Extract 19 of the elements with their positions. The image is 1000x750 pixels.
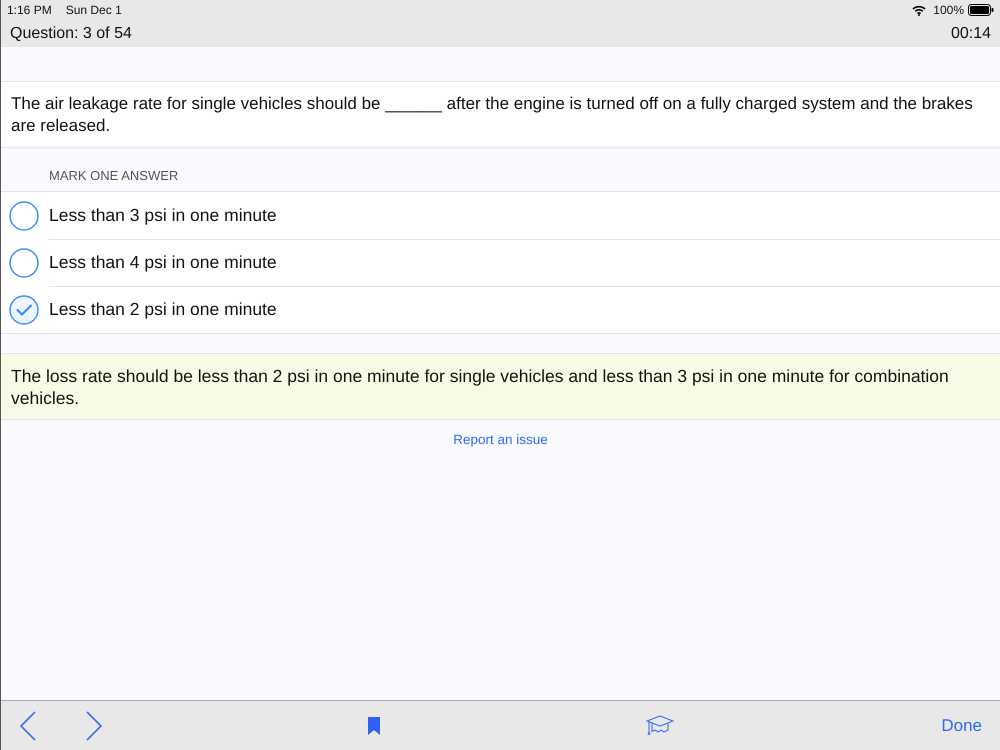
- bookmark-icon[interactable]: [368, 716, 380, 734]
- done-button[interactable]: Done: [939, 712, 984, 740]
- back-icon[interactable]: [19, 710, 37, 740]
- status-date: Sun Dec 1: [66, 3, 122, 17]
- answer-option[interactable]: Less than 2 psi in one minute: [1, 286, 1000, 333]
- answers-header: MARK ONE ANSWER: [49, 168, 178, 183]
- battery-icon: [968, 4, 994, 16]
- explanation-text: The loss rate should be less than 2 psi in one minute for single vehicles and less than 3 psi in one minute for combination vehicles.: [11, 366, 949, 408]
- forward-icon[interactable]: [85, 710, 103, 740]
- graduation-cap-icon[interactable]: [644, 714, 675, 736]
- question-counter: Question: 3 of 54: [10, 24, 132, 42]
- status-time: 1:16 PM: [7, 3, 52, 17]
- battery-percent: 100%: [933, 3, 964, 17]
- wifi-icon: [912, 4, 926, 16]
- report-link[interactable]: Report an issue: [453, 432, 548, 447]
- answer-option[interactable]: Less than 3 psi in one minute: [1, 192, 1000, 239]
- question-text: The air leakage rate for single vehicles should be ______ after the engine is turned off on a fully charged system and the brakes are released.: [11, 94, 973, 135]
- timer: 00:14: [950, 24, 991, 42]
- answer-option[interactable]: Less than 4 psi in one minute: [1, 239, 1000, 286]
